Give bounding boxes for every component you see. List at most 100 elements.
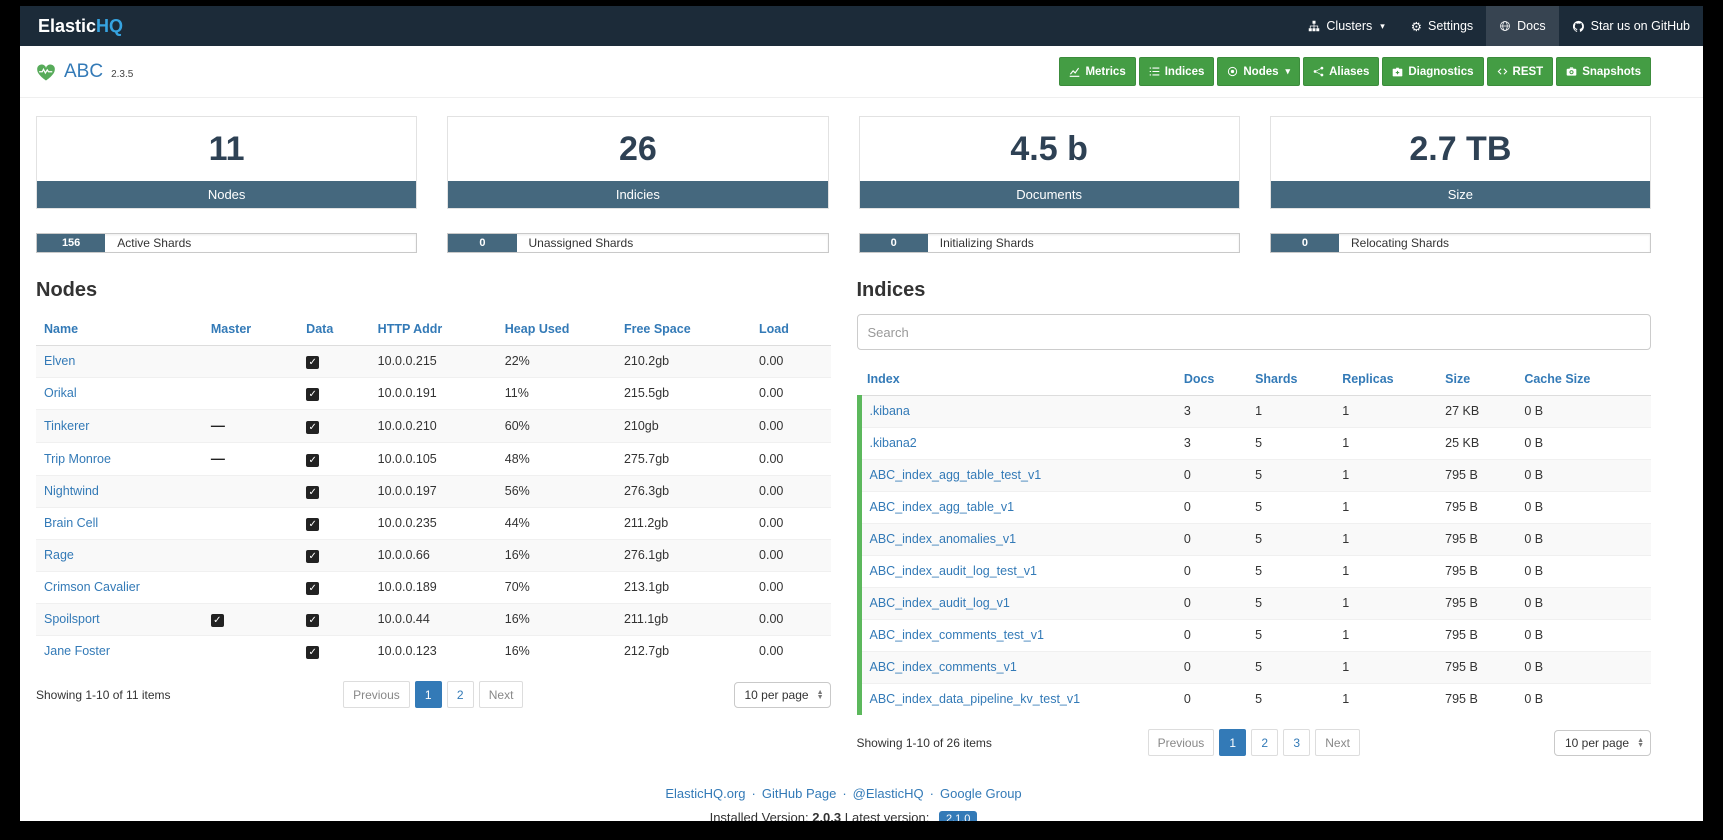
index-name-link[interactable]: ABC_index_audit_log_v1 [870,596,1010,610]
table-row: ABC_index_anomalies_v1 0 5 1 795 B 0 B [856,523,1651,556]
size-cell: 25 KB [1437,427,1517,460]
col-header-replicas[interactable]: Replicas [1334,364,1438,396]
github-icon [1572,20,1585,33]
load-cell: 0.00 [751,475,831,508]
page-button-1[interactable]: 1 [414,681,442,708]
nav-item-github-star[interactable]: Star us on GitHub [1559,6,1703,46]
shards-cell: 5 [1247,427,1335,460]
node-name-link[interactable]: Nightwind [44,484,99,498]
nav-item-docs[interactable]: Docs [1486,6,1559,46]
index-name-link[interactable]: ABC_index_agg_table_test_v1 [870,468,1042,482]
per-page-value: 10 per page [744,687,809,702]
stat-value: 26 [618,129,657,168]
page-button-2[interactable]: 2 [1251,729,1279,756]
checked-icon [210,614,224,627]
indices-button[interactable]: Indices [1138,57,1215,86]
node-name-link[interactable]: Trip Monroe [44,452,111,466]
brand-logo[interactable]: Elastic HQ [38,6,123,46]
heap-used-cell: 22% [496,345,616,378]
docs-cell: 3 [1175,395,1248,428]
col-header-http-addr[interactable]: HTTP Addr [369,314,497,346]
cluster-name[interactable]: ABC [64,61,103,82]
col-header-load[interactable]: Load [751,314,831,346]
nav-item-clusters[interactable]: Clusters ▾ [1295,6,1397,46]
page-footer: ElasticHQ.org · GitHub Page · @ElasticHQ · Goo… [36,786,1651,821]
node-name-link[interactable]: Tinkerer [44,419,89,433]
metrics-button[interactable]: Metrics [1059,57,1136,86]
rest-button[interactable]: REST [1486,57,1554,86]
index-name-link[interactable]: ABC_index_anomalies_v1 [870,532,1017,546]
node-name-link[interactable]: Jane Foster [44,644,110,658]
shards-cell: 5 [1247,683,1335,715]
heap-used-cell: 11% [496,377,616,410]
replicas-cell: 1 [1334,555,1438,588]
next-page-button[interactable]: Next [1315,729,1360,756]
col-header-master[interactable]: Master [202,314,299,346]
node-name-link[interactable]: Brain Cell [44,516,98,530]
navbar-menu: Clusters ▾ ⚙ Settings Docs Star us on Gi… [1295,6,1703,46]
diagnostics-button[interactable]: Diagnostics [1382,57,1484,86]
footer-link-elastichq[interactable]: ElasticHQ.org [665,786,745,801]
checked-icon [306,486,320,499]
snapshots-button[interactable]: Snapshots [1556,57,1651,86]
indices-pagination: Showing 1-10 of 26 items Previous 1 2 3 … [856,729,1651,756]
col-header-free-space[interactable]: Free Space [615,314,752,346]
index-name-link[interactable]: ABC_index_comments_v1 [870,660,1017,674]
latest-version-badge[interactable]: 2.1.0 [938,811,978,821]
master-cell [202,603,299,636]
active-shards-bar: 156 Active Shards [36,233,418,253]
page-button-2[interactable]: 2 [446,681,474,708]
node-name-link[interactable]: Spoilsport [44,612,100,626]
search-input[interactable] [856,314,1651,350]
col-header-size[interactable]: Size [1437,364,1517,396]
gear-icon: ⚙ [1410,19,1422,34]
node-name-link[interactable]: Crimson Cavalier [44,580,140,594]
footer-link-google-group[interactable]: Google Group [940,786,1022,801]
nodes-table: Name Master Data HTTP Addr Heap Used Fre… [36,314,831,667]
previous-page-button[interactable]: Previous [343,681,410,708]
indices-section-title: Indices [856,279,926,301]
nav-item-settings[interactable]: ⚙ Settings [1398,6,1486,46]
checked-icon [306,388,320,401]
pagination-summary: Showing 1-10 of 26 items [856,735,992,750]
table-row: ABC_index_comments_v1 0 5 1 795 B 0 B [856,651,1651,684]
col-header-shards[interactable]: Shards [1247,364,1335,396]
col-header-data[interactable]: Data [298,314,370,346]
page-button-1[interactable]: 1 [1219,729,1247,756]
load-cell: 0.00 [751,571,831,604]
checked-icon [306,614,320,627]
footer-link-github-page[interactable]: GitHub Page [762,786,836,801]
col-header-index[interactable]: Index [859,364,1176,396]
per-page-select[interactable]: 10 per page ▲ ▼ [1554,729,1651,756]
index-name-link[interactable]: ABC_index_data_pipeline_kv_test_v1 [870,692,1081,706]
footer-links: ElasticHQ.org · GitHub Page · @ElasticHQ · Goo… [36,786,1651,801]
data-cell [298,635,370,667]
col-header-name[interactable]: Name [36,314,203,346]
next-page-button[interactable]: Next [478,681,524,708]
aliases-button[interactable]: Aliases [1303,57,1380,86]
table-row: Spoilsport 10.0.0.44 16% 211.1gb 0.00 [36,603,831,636]
node-name-link[interactable]: Rage [44,548,74,562]
index-name-link[interactable]: .kibana [870,404,910,418]
index-name-link[interactable]: .kibana2 [870,436,917,450]
master-cell [202,571,299,604]
page-button-3[interactable]: 3 [1283,729,1311,756]
node-name-link[interactable]: Elven [44,354,75,368]
per-page-select[interactable]: 10 per page ▲ ▼ [733,681,831,708]
footer-link-twitter[interactable]: @ElasticHQ [853,786,924,801]
index-name-link[interactable]: ABC_index_comments_test_v1 [870,628,1044,642]
replicas-cell: 1 [1334,459,1438,492]
col-header-docs[interactable]: Docs [1175,364,1248,396]
table-row: .kibana2 3 5 1 25 KB 0 B [856,427,1651,460]
cache-size-cell: 0 B [1516,459,1651,492]
footer-version-line: Installed Version: 2.0.3 Latest version:… [36,810,1651,821]
index-name-link[interactable]: ABC_index_agg_table_v1 [870,500,1015,514]
index-name-link[interactable]: ABC_index_audit_log_test_v1 [870,564,1037,578]
nodes-button[interactable]: Nodes ▾ [1217,57,1301,86]
node-name-link[interactable]: Orikal [44,386,77,400]
col-header-cache-size[interactable]: Cache Size [1516,364,1651,396]
previous-page-button[interactable]: Previous [1147,729,1215,756]
shard-count: 0 [448,234,517,252]
col-header-heap-used[interactable]: Heap Used [496,314,616,346]
shards-cell: 5 [1247,459,1335,492]
